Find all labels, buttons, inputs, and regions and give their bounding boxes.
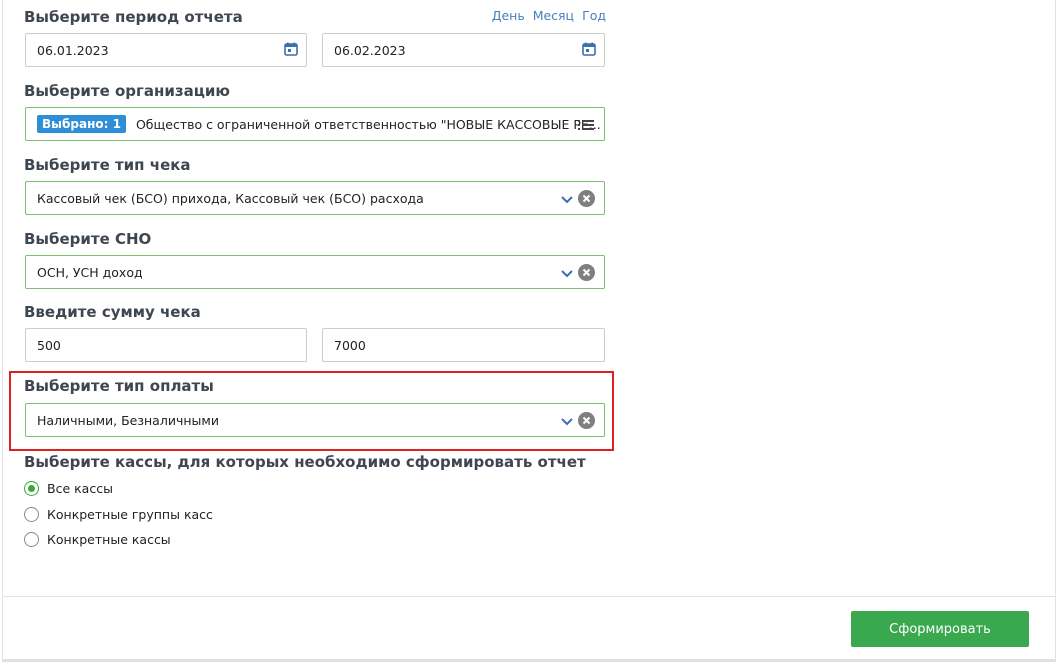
clear-icon[interactable] (578, 190, 595, 207)
radio-checked-icon[interactable] (24, 481, 39, 496)
receipt-type-select[interactable]: Кассовый чек (БСО) прихода, Кассовый чек… (25, 181, 605, 215)
radio-unchecked-icon[interactable] (24, 532, 39, 547)
receipt-type-value: Кассовый чек (БСО) прихода, Кассовый чек… (37, 190, 424, 206)
amount-label: Введите сумму чека (24, 303, 201, 321)
clear-icon[interactable] (578, 264, 595, 281)
chevron-down-icon[interactable] (560, 414, 574, 428)
receipt-type-label: Выберите тип чека (24, 156, 191, 174)
date-to-value: 06.02.2023 (334, 42, 406, 58)
payment-type-label: Выберите тип оплаты (24, 377, 214, 395)
organization-label: Выберите организацию (24, 82, 230, 100)
amount-to-value: 7000 (334, 337, 366, 353)
period-links: День Месяц Год (492, 8, 606, 23)
organization-select[interactable]: Выбрано: 1 Общество с ограниченной ответ… (25, 107, 605, 141)
calendar-icon[interactable] (284, 42, 298, 56)
sno-select[interactable]: ОСН, УСН доход (25, 255, 605, 289)
period-label: Выберите период отчета (24, 8, 243, 26)
clear-icon[interactable] (578, 412, 595, 429)
organization-value: Общество с ограниченной ответственностью… (135, 116, 601, 132)
amount-to-input[interactable]: 7000 (322, 328, 605, 362)
amount-from-value: 500 (37, 337, 61, 353)
chevron-down-icon[interactable] (560, 192, 574, 206)
registers-label: Выберите кассы, для которых необходимо с… (24, 453, 586, 471)
radio-unchecked-icon[interactable] (24, 507, 39, 522)
radio-all-registers[interactable]: Все кассы (24, 481, 113, 496)
payment-type-select[interactable]: Наличными, Безналичными (25, 403, 605, 437)
date-from-value: 06.01.2023 (37, 42, 109, 58)
period-link-day[interactable]: День (492, 8, 525, 23)
calendar-icon[interactable] (582, 42, 596, 56)
sno-value: ОСН, УСН доход (37, 264, 143, 280)
chevron-down-icon[interactable] (560, 266, 574, 280)
sno-label: Выберите СНО (24, 230, 152, 248)
radio-label: Конкретные кассы (47, 532, 171, 547)
payment-type-value: Наличными, Безналичными (37, 412, 219, 428)
amount-from-input[interactable]: 500 (25, 328, 307, 362)
generate-report-button[interactable]: Сформировать (851, 611, 1029, 647)
date-to-field[interactable]: 06.02.2023 (322, 33, 605, 67)
radio-label: Все кассы (47, 481, 113, 496)
period-link-month[interactable]: Месяц (533, 8, 574, 23)
radio-label: Конкретные группы касс (47, 507, 213, 522)
list-icon[interactable] (578, 118, 594, 132)
radio-specific-registers[interactable]: Конкретные кассы (24, 532, 171, 547)
footer-divider (2, 596, 1056, 597)
selected-count-badge: Выбрано: 1 (37, 115, 126, 133)
date-from-field[interactable]: 06.01.2023 (25, 33, 307, 67)
period-link-year[interactable]: Год (582, 8, 606, 23)
radio-register-groups[interactable]: Конкретные группы касс (24, 507, 213, 522)
